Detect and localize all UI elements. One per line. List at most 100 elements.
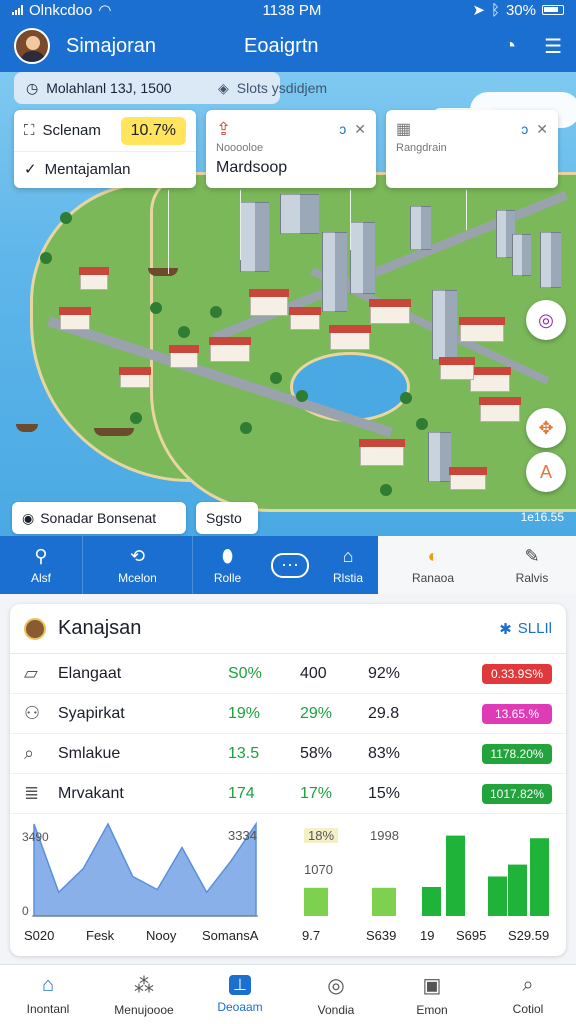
route-icon: ⟲ xyxy=(129,545,146,566)
boat xyxy=(16,424,38,432)
category-chat[interactable]: ⋯ xyxy=(262,536,318,594)
row-value-1: 19% xyxy=(228,704,261,722)
location-icon: ⬮ xyxy=(221,545,234,566)
row-value-2: 29% xyxy=(300,704,333,722)
category-alsf[interactable]: ⚲ Alsf xyxy=(0,536,82,594)
row-badge: 13.65.% xyxy=(482,703,552,724)
category-label: Alsf xyxy=(30,570,51,585)
building xyxy=(540,232,562,288)
close-icon[interactable]: ✕ xyxy=(354,121,366,138)
chart-label: 1998 xyxy=(370,828,399,843)
nav-label: Inontanl xyxy=(26,1001,70,1016)
y-axis-zero-label: 0 xyxy=(22,904,29,918)
nav-vondia[interactable]: ◎ Vondia xyxy=(288,965,384,1024)
category-rlstia[interactable]: ⌂ Rlstia xyxy=(318,536,378,594)
row-value-3: 83% xyxy=(368,744,401,762)
x-tick-label: S29.59 xyxy=(508,928,549,943)
building xyxy=(350,222,376,294)
card-title: Mardsoop xyxy=(216,159,288,176)
avatar[interactable] xyxy=(14,28,50,64)
pin-icon: ⚲ xyxy=(34,545,48,566)
category-rolle[interactable]: ⬮ Rolle xyxy=(192,536,262,594)
info-card-2[interactable]: ⇪ Nooooloe ↄ ✕ Mardsoop xyxy=(206,110,376,188)
category-mcelon[interactable]: ⟲ Mcelon xyxy=(82,536,192,594)
row-value-2: 58% xyxy=(300,744,333,762)
category-label: Mcelon xyxy=(118,570,157,585)
compass-icon: ◎ xyxy=(327,974,345,997)
map-label-left[interactable]: ◉ Sonadar Bonsenat xyxy=(12,502,186,534)
x-tick-label: Fesk xyxy=(86,928,115,943)
category-ralvis[interactable]: ✎ Ralvis xyxy=(488,536,576,594)
help-circle-icon[interactable]: ◔ xyxy=(504,35,516,58)
building xyxy=(512,234,532,276)
row-value-3: 92% xyxy=(368,664,401,682)
info-card-3[interactable]: ▦ Rangdrain ↄ ✕ xyxy=(386,110,558,188)
info-icon[interactable]: ↄ xyxy=(339,121,346,137)
info-card-1[interactable]: ⛶ Sclenam 10.7% ✓ Mentajamlan xyxy=(14,110,196,188)
row-value-1: S0% xyxy=(228,664,262,682)
compass-icon[interactable]: ✥ xyxy=(526,408,566,448)
category-strip: ⚲ Alsf ⟲ Mcelon ⬮ Rolle ⋯ ⌂ Rlstia ◐ Ran… xyxy=(0,536,576,594)
tree xyxy=(178,326,190,338)
category-ranaoa[interactable]: ◐ Ranaoa xyxy=(378,536,488,594)
row-name: Smlakue xyxy=(58,744,121,762)
nav-cotiol[interactable]: ⌕ Cotiol xyxy=(480,965,576,1024)
list-menu-icon[interactable]: ☰ xyxy=(544,34,562,59)
nav-deoaam[interactable]: ⊥ Deoaam xyxy=(192,965,288,1024)
nav-inontanl[interactable]: ⌂ Inontanl xyxy=(0,965,96,1024)
house xyxy=(249,289,289,316)
panel-title: Kanajsan xyxy=(58,617,142,639)
filter-chip-label: Molahlanl 13J, 1500 xyxy=(46,80,172,96)
target-icon: ◉ xyxy=(22,509,35,526)
house xyxy=(329,325,371,350)
house xyxy=(119,367,151,388)
table-row[interactable]: ⚇ Syapirkat 19% 29% 29.8 13.65.% xyxy=(10,694,566,734)
tree xyxy=(296,390,308,402)
house xyxy=(479,397,521,422)
table-row[interactable]: ≣ Mrvakant 174 17% 15% 1017.82% xyxy=(10,774,566,814)
chart-label: 3334 xyxy=(228,828,257,843)
y-axis-top-label: 3490 xyxy=(22,830,49,844)
layers-icon[interactable]: ◎ xyxy=(526,300,566,340)
row-value-3: 29.8 xyxy=(368,704,400,722)
pen-icon: ✎ xyxy=(524,545,540,566)
charts-svg: S020 Fesk Nooy SomansA 9.7 S639 19 S695 S29.59 xyxy=(24,821,549,943)
building-icon: ▦ xyxy=(396,121,412,138)
nav-menujoooe[interactable]: ⁂ Menujoooe xyxy=(96,965,192,1024)
panel-link[interactable]: ✱ SLLIl xyxy=(499,620,552,638)
battery-percent: 30% xyxy=(505,1,536,19)
home-icon: ⌂ xyxy=(342,545,354,566)
upload-icon: ⇪ xyxy=(216,118,232,139)
panel-link-label: SLLIl xyxy=(517,620,552,637)
close-icon[interactable]: ✕ xyxy=(536,121,548,138)
bar xyxy=(508,864,527,916)
card-value: 10.7% xyxy=(120,116,186,145)
navigate-icon[interactable]: A xyxy=(526,452,566,492)
x-tick-label: SomansA xyxy=(202,928,259,943)
chart-label: 1070 xyxy=(304,862,333,877)
document-icon: ⊥ xyxy=(229,975,251,995)
tree xyxy=(210,306,222,318)
info-icon[interactable]: ↄ xyxy=(521,121,528,137)
map-label-right[interactable]: Sgsto xyxy=(196,502,258,534)
row-badge: 1178.20% xyxy=(482,743,552,764)
category-label: Rolle xyxy=(213,570,242,585)
filter-chip-secondary[interactable]: ◈ Slots ysdidjem xyxy=(206,72,376,104)
boat xyxy=(94,428,134,436)
nav-emon[interactable]: ▣ Emon xyxy=(384,965,480,1024)
card-caption: Nooooloe xyxy=(216,142,264,154)
category-label: Rlstia xyxy=(332,570,363,585)
map-pin-line xyxy=(466,190,467,230)
stats-icon: ⛶ xyxy=(24,122,35,139)
map-pin-line xyxy=(350,190,351,250)
building xyxy=(432,290,458,360)
map-pin-line xyxy=(168,190,169,274)
row-value-3: 15% xyxy=(368,784,401,802)
clock-icon: ◷ xyxy=(26,79,39,96)
table-row[interactable]: ⌕ Smlakue 13.5 58% 83% 1178.20% xyxy=(10,734,566,774)
chat-icon: ⋯ xyxy=(271,552,309,578)
book-icon: ▱ xyxy=(24,663,38,683)
signal-icon xyxy=(12,5,23,15)
bar xyxy=(304,887,328,916)
table-row[interactable]: ▱ Elangaat S0% 400 92% 0.33.9S% xyxy=(10,654,566,694)
